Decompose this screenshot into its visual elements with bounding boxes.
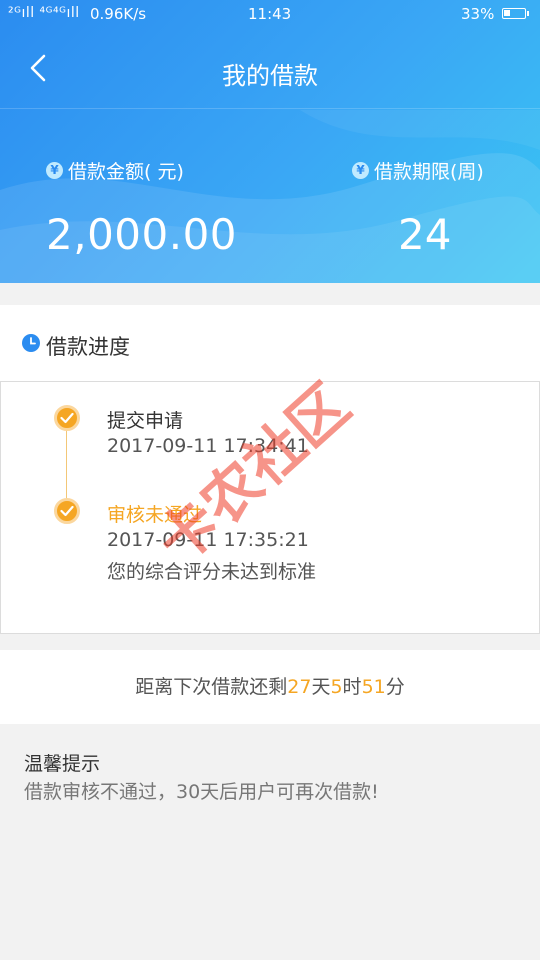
- step-review-time: 2017-09-11 17:35:21: [107, 529, 309, 551]
- progress-section-header: 借款进度: [0, 305, 540, 381]
- tips-title: 温馨提示: [24, 753, 101, 775]
- countdown-days-unit: 天: [311, 676, 331, 698]
- countdown-minutes-unit: 分: [385, 676, 405, 698]
- yen-icon: ¥: [352, 162, 369, 179]
- countdown-minutes: 51: [361, 676, 386, 698]
- step-review-note: 您的综合评分未达到标准: [107, 561, 317, 583]
- step-submit-time: 2017-09-11 17:34:41: [107, 435, 309, 457]
- check-icon: [54, 405, 80, 431]
- page-title: 我的借款: [222, 62, 318, 90]
- term-label-text: 借款期限(周): [374, 161, 484, 183]
- summary-header: ²ᴳıll ⁴ᴳ⁴ᴳıll 0.96K/s 11:43 33% 我的借款 ¥ 借…: [0, 0, 540, 283]
- nav-bar: 我的借款: [0, 28, 540, 108]
- check-icon: [54, 498, 80, 524]
- network-speed: 0.96K/s: [90, 5, 147, 23]
- next-loan-countdown: 距离下次借款还剩27天5时51分: [0, 650, 540, 724]
- clock-icon: [22, 334, 40, 352]
- term-label: ¥ 借款期限(周): [352, 157, 484, 184]
- progress-timeline: [0, 381, 540, 634]
- battery-icon: [502, 8, 529, 19]
- tips-body: 借款审核不通过，30天后用户可再次借款!: [24, 781, 379, 803]
- clock-time: 11:43: [248, 5, 292, 23]
- step-submit-title: 提交申请: [107, 410, 184, 432]
- battery-percent: 33%: [461, 5, 495, 23]
- amount-value: 2,000.00: [46, 210, 238, 259]
- countdown-prefix: 距离下次借款还剩: [135, 676, 288, 698]
- step-review-title: 审核未通过: [107, 504, 203, 526]
- signal-icon: ²ᴳıll ⁴ᴳ⁴ᴳıll: [8, 5, 80, 21]
- header-divider: [0, 108, 540, 109]
- amount-label-text: 借款金额( 元): [68, 161, 184, 183]
- countdown-hours-unit: 时: [342, 676, 362, 698]
- countdown-days: 27: [287, 676, 312, 698]
- countdown-hours: 5: [330, 676, 343, 698]
- status-bar: ²ᴳıll ⁴ᴳ⁴ᴳıll 0.96K/s 11:43 33%: [0, 0, 540, 28]
- term-value: 24: [398, 210, 452, 259]
- amount-label: ¥ 借款金额( 元): [46, 157, 184, 184]
- progress-title: 借款进度: [46, 335, 130, 359]
- yen-icon: ¥: [46, 162, 63, 179]
